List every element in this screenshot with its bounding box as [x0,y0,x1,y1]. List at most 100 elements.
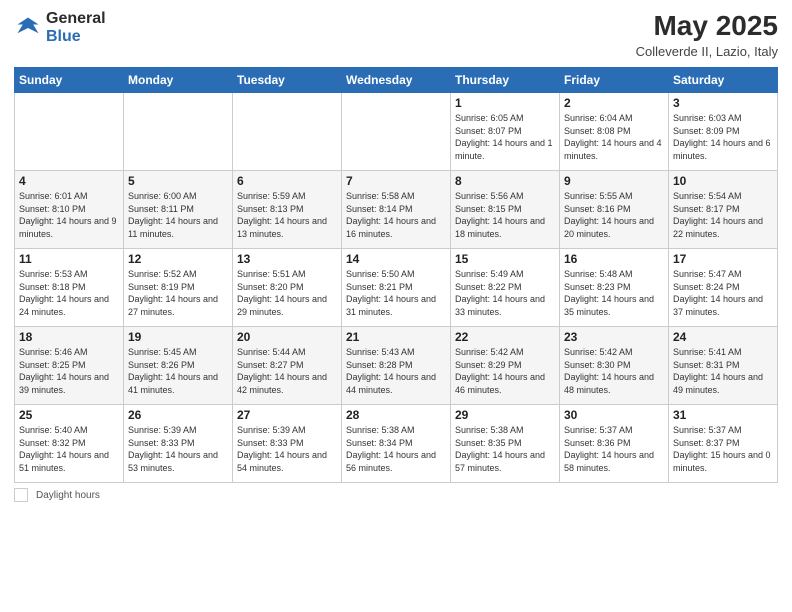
calendar-cell: 27Sunrise: 5:39 AM Sunset: 8:33 PM Dayli… [233,405,342,483]
calendar-cell: 26Sunrise: 5:39 AM Sunset: 8:33 PM Dayli… [124,405,233,483]
day-info: Sunrise: 6:05 AM Sunset: 8:07 PM Dayligh… [455,112,555,162]
day-number: 2 [564,96,664,110]
day-info: Sunrise: 5:37 AM Sunset: 8:36 PM Dayligh… [564,424,664,474]
calendar-header-tuesday: Tuesday [233,68,342,93]
day-number: 11 [19,252,119,266]
calendar-cell: 25 Sunrise: 5:40 AM Sunset: 8:32 PM Dayli… [15,405,124,483]
calendar-cell: 30Sunrise: 5:37 AM Sunset: 8:36 PM Dayli… [560,405,669,483]
day-number: 12 [128,252,228,266]
day-number: 27 [237,408,337,422]
calendar-header-saturday: Saturday [669,68,778,93]
calendar-cell: 2 Sunrise: 6:04 AM Sunset: 8:08 PM Daylig… [560,93,669,171]
calendar-week-2: 11 Sunrise: 5:53 AM Sunset: 8:18 PM Dayli… [15,249,778,327]
day-info: Sunrise: 5:51 AM Sunset: 8:20 PM Dayligh… [237,268,337,318]
day-info: Sunrise: 5:44 AM Sunset: 8:27 PM Dayligh… [237,346,337,396]
calendar-cell: 20Sunrise: 5:44 AM Sunset: 8:27 PM Dayli… [233,327,342,405]
day-number: 19 [128,330,228,344]
day-number: 13 [237,252,337,266]
calendar-cell: 18 Sunrise: 5:46 AM Sunset: 8:25 PM Dayli… [15,327,124,405]
legend-label: Daylight hours [36,490,100,501]
calendar-cell: 11 Sunrise: 5:53 AM Sunset: 8:18 PM Dayli… [15,249,124,327]
day-info: Sunrise: 6:00 AM Sunset: 8:11 PM Dayligh… [128,190,228,240]
calendar-cell: 1 Sunrise: 6:05 AM Sunset: 8:07 PM Daylig… [451,93,560,171]
logo: General Blue [14,10,106,45]
day-number: 10 [673,174,773,188]
day-info: Sunrise: 5:52 AM Sunset: 8:19 PM Dayligh… [128,268,228,318]
calendar-cell [233,93,342,171]
calendar-cell: 6Sunrise: 5:59 AM Sunset: 8:13 PM Daylig… [233,171,342,249]
calendar-cell: 22 Sunrise: 5:42 AM Sunset: 8:29 PM Dayli… [451,327,560,405]
calendar-cell: 21 Sunrise: 5:43 AM Sunset: 8:28 PM Dayli… [342,327,451,405]
legend: Daylight hours [14,488,778,502]
day-number: 14 [346,252,446,266]
title-block: May 2025 Colleverde II, Lazio, Italy [636,10,778,59]
day-number: 8 [455,174,555,188]
day-number: 22 [455,330,555,344]
calendar-header-row: SundayMondayTuesdayWednesdayThursdayFrid… [15,68,778,93]
day-info: Sunrise: 5:47 AM Sunset: 8:24 PM Dayligh… [673,268,773,318]
day-number: 16 [564,252,664,266]
day-info: Sunrise: 5:53 AM Sunset: 8:18 PM Dayligh… [19,268,119,318]
calendar-header-thursday: Thursday [451,68,560,93]
legend-box [14,488,28,502]
day-number: 28 [346,408,446,422]
day-info: Sunrise: 5:45 AM Sunset: 8:26 PM Dayligh… [128,346,228,396]
day-number: 29 [455,408,555,422]
day-info: Sunrise: 5:42 AM Sunset: 8:29 PM Dayligh… [455,346,555,396]
calendar-cell: 7Sunrise: 5:58 AM Sunset: 8:14 PM Daylig… [342,171,451,249]
day-info: Sunrise: 5:48 AM Sunset: 8:23 PM Dayligh… [564,268,664,318]
day-info: Sunrise: 6:04 AM Sunset: 8:08 PM Dayligh… [564,112,664,162]
day-info: Sunrise: 5:39 AM Sunset: 8:33 PM Dayligh… [128,424,228,474]
day-info: Sunrise: 5:46 AM Sunset: 8:25 PM Dayligh… [19,346,119,396]
day-number: 6 [237,174,337,188]
calendar-cell: 3 Sunrise: 6:03 AM Sunset: 8:09 PM Daylig… [669,93,778,171]
day-number: 3 [673,96,773,110]
day-number: 25 [19,408,119,422]
calendar-cell: 8 Sunrise: 5:56 AM Sunset: 8:15 PM Daylig… [451,171,560,249]
calendar-cell: 10Sunrise: 5:54 AM Sunset: 8:17 PM Dayli… [669,171,778,249]
day-info: Sunrise: 5:42 AM Sunset: 8:30 PM Dayligh… [564,346,664,396]
logo-general-text: General [46,10,106,28]
calendar-cell: 16 Sunrise: 5:48 AM Sunset: 8:23 PM Dayli… [560,249,669,327]
day-info: Sunrise: 5:49 AM Sunset: 8:22 PM Dayligh… [455,268,555,318]
day-number: 5 [128,174,228,188]
logo-text: General Blue [46,10,106,45]
day-number: 21 [346,330,446,344]
calendar-cell: 14Sunrise: 5:50 AM Sunset: 8:21 PM Dayli… [342,249,451,327]
page: General Blue May 2025 Colleverde II, Laz… [0,0,792,612]
day-info: Sunrise: 5:38 AM Sunset: 8:34 PM Dayligh… [346,424,446,474]
calendar-cell: 28 Sunrise: 5:38 AM Sunset: 8:34 PM Dayli… [342,405,451,483]
calendar-header-wednesday: Wednesday [342,68,451,93]
day-number: 31 [673,408,773,422]
day-info: Sunrise: 6:01 AM Sunset: 8:10 PM Dayligh… [19,190,119,240]
logo-blue-text: Blue [46,28,106,46]
calendar-cell: 17Sunrise: 5:47 AM Sunset: 8:24 PM Dayli… [669,249,778,327]
day-number: 15 [455,252,555,266]
day-number: 1 [455,96,555,110]
day-info: Sunrise: 5:56 AM Sunset: 8:15 PM Dayligh… [455,190,555,240]
calendar-table: SundayMondayTuesdayWednesdayThursdayFrid… [14,67,778,483]
calendar-cell: 12 Sunrise: 5:52 AM Sunset: 8:19 PM Dayli… [124,249,233,327]
day-number: 18 [19,330,119,344]
header: General Blue May 2025 Colleverde II, Laz… [14,10,778,59]
month-year: May 2025 [636,10,778,42]
calendar-week-1: 4 Sunrise: 6:01 AM Sunset: 8:10 PM Daylig… [15,171,778,249]
calendar-cell: 13 Sunrise: 5:51 AM Sunset: 8:20 PM Dayli… [233,249,342,327]
day-info: Sunrise: 5:43 AM Sunset: 8:28 PM Dayligh… [346,346,446,396]
day-number: 7 [346,174,446,188]
calendar-cell [342,93,451,171]
calendar-cell [124,93,233,171]
day-info: Sunrise: 5:40 AM Sunset: 8:32 PM Dayligh… [19,424,119,474]
day-info: Sunrise: 5:38 AM Sunset: 8:35 PM Dayligh… [455,424,555,474]
day-info: Sunrise: 6:03 AM Sunset: 8:09 PM Dayligh… [673,112,773,162]
day-info: Sunrise: 5:37 AM Sunset: 8:37 PM Dayligh… [673,424,773,474]
day-number: 4 [19,174,119,188]
calendar-week-0: 1 Sunrise: 6:05 AM Sunset: 8:07 PM Daylig… [15,93,778,171]
day-number: 9 [564,174,664,188]
calendar-cell: 5 Sunrise: 6:00 AM Sunset: 8:11 PM Daylig… [124,171,233,249]
calendar-cell: 9 Sunrise: 5:55 AM Sunset: 8:16 PM Daylig… [560,171,669,249]
day-info: Sunrise: 5:55 AM Sunset: 8:16 PM Dayligh… [564,190,664,240]
location: Colleverde II, Lazio, Italy [636,44,778,59]
day-number: 24 [673,330,773,344]
calendar-header-monday: Monday [124,68,233,93]
